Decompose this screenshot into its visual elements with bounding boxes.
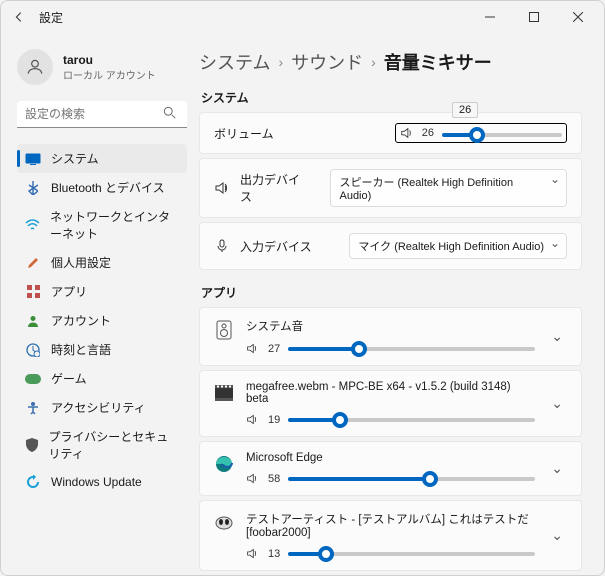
sidebar-item-label: 個人用設定	[51, 254, 111, 271]
breadcrumb-sound[interactable]: サウンド	[291, 49, 363, 75]
window-title: 設定	[39, 9, 63, 26]
back-button[interactable]	[5, 3, 33, 31]
app-title: megafree.webm - MPC-BE x64 - v1.5.2 (bui…	[246, 381, 535, 405]
speaker-icon[interactable]	[246, 472, 260, 485]
breadcrumb: システム › サウンド › 音量ミキサー	[199, 49, 582, 75]
sidebar-item-label: ゲーム	[51, 370, 87, 387]
volume-slider[interactable]	[442, 133, 562, 137]
avatar-icon	[17, 49, 53, 85]
app-volume-value: 13	[268, 548, 280, 560]
input-device-label: 入力デバイス	[240, 238, 312, 255]
output-device-combo[interactable]: スピーカー (Realtek High Definition Audio)	[330, 169, 567, 207]
breadcrumb-current: 音量ミキサー	[384, 49, 492, 75]
sidebar-item-label: アプリ	[51, 283, 87, 300]
app-volume-slider[interactable]	[288, 418, 535, 422]
sidebar-item-brush[interactable]: 個人用設定	[17, 248, 187, 277]
maximize-button[interactable]	[512, 3, 556, 31]
sidebar-item-label: プライバシーとセキュリティ	[48, 428, 179, 462]
app-volume-value: 58	[268, 473, 280, 485]
input-device-card: 入力デバイス マイク (Realtek High Definition Audi…	[199, 222, 582, 270]
expand-button[interactable]: ⌄	[547, 527, 567, 544]
privacy-icon	[25, 437, 38, 453]
speaker-icon	[214, 180, 230, 196]
app-icon	[214, 513, 234, 533]
sidebar-item-display[interactable]: システム	[17, 144, 187, 173]
breadcrumb-system[interactable]: システム	[199, 49, 270, 75]
app-icon	[214, 383, 234, 403]
user-sub: ローカル アカウント	[63, 67, 156, 82]
sidebar-item-label: Bluetooth とデバイス	[51, 179, 165, 196]
volume-value: 26	[422, 127, 434, 139]
app-volume-slider[interactable]	[288, 347, 535, 351]
expand-button[interactable]: ⌄	[547, 328, 567, 345]
sidebar-item-label: Windows Update	[51, 475, 142, 489]
time-icon	[25, 342, 41, 358]
chevron-right-icon: ›	[278, 54, 283, 70]
account-icon	[25, 313, 41, 329]
section-apps-label: アプリ	[201, 284, 582, 301]
sidebar-item-access[interactable]: アクセシビリティ	[17, 393, 187, 422]
expand-button[interactable]: ⌄	[547, 395, 567, 412]
sidebar-item-update[interactable]: Windows Update	[17, 468, 187, 496]
bluetooth-icon	[25, 180, 41, 196]
search-box[interactable]	[17, 101, 187, 128]
speaker-icon[interactable]	[246, 413, 260, 426]
microphone-icon	[214, 238, 230, 254]
app-volume-value: 27	[268, 343, 280, 355]
output-device-card: 出力デバイス スピーカー (Realtek High Definition Au…	[199, 158, 582, 218]
speaker-icon[interactable]	[400, 126, 414, 140]
app-card: Microsoft Edge 58 ⌄	[199, 441, 582, 496]
sidebar-item-account[interactable]: アカウント	[17, 306, 187, 335]
chevron-right-icon: ›	[371, 54, 376, 70]
app-volume-value: 19	[268, 414, 280, 426]
sidebar-item-label: アクセシビリティ	[51, 399, 146, 416]
wifi-icon	[25, 217, 40, 233]
app-volume-slider[interactable]	[288, 552, 535, 556]
sidebar-item-bluetooth[interactable]: Bluetooth とデバイス	[17, 173, 187, 202]
apps-icon	[25, 284, 41, 300]
app-volume-slider[interactable]	[288, 477, 535, 481]
sidebar-item-time[interactable]: 時刻と言語	[17, 335, 187, 364]
app-card: テストアーティスト - [テストアルバム] これはテストだ [foobar200…	[199, 500, 582, 571]
close-button[interactable]	[556, 3, 600, 31]
sidebar-item-game[interactable]: ゲーム	[17, 364, 187, 393]
volume-card: ボリューム 26 26	[199, 112, 582, 154]
sidebar-item-label: アカウント	[51, 312, 111, 329]
app-title: テストアーティスト - [テストアルバム] これはテストだ [foobar200…	[246, 511, 535, 539]
sidebar-item-privacy[interactable]: プライバシーとセキュリティ	[17, 422, 187, 468]
sidebar-item-wifi[interactable]: ネットワークとインターネット	[17, 202, 187, 248]
search-input[interactable]	[17, 101, 187, 128]
sidebar-item-apps[interactable]: アプリ	[17, 277, 187, 306]
speaker-icon[interactable]	[246, 342, 260, 355]
search-icon	[163, 106, 177, 120]
display-icon	[25, 151, 41, 167]
minimize-button[interactable]	[468, 3, 512, 31]
update-icon	[25, 474, 41, 490]
app-title: Microsoft Edge	[246, 452, 535, 464]
speaker-icon[interactable]	[246, 547, 260, 560]
sidebar-item-label: 時刻と言語	[51, 341, 111, 358]
app-title: システム音	[246, 318, 535, 334]
app-icon	[214, 320, 234, 340]
section-system-label: システム	[201, 89, 582, 106]
user-name: tarou	[63, 53, 156, 67]
app-card: megafree.webm - MPC-BE x64 - v1.5.2 (bui…	[199, 370, 582, 437]
game-icon	[25, 371, 41, 387]
volume-label: ボリューム	[214, 125, 274, 142]
expand-button[interactable]: ⌄	[547, 460, 567, 477]
brush-icon	[25, 255, 41, 271]
sidebar-item-label: システム	[51, 150, 99, 167]
user-account[interactable]: tarou ローカル アカウント	[17, 49, 187, 85]
input-device-combo[interactable]: マイク (Realtek High Definition Audio)	[349, 233, 567, 259]
volume-tooltip: 26	[452, 102, 478, 118]
output-device-label: 出力デバイス	[240, 171, 310, 205]
app-icon	[214, 454, 234, 474]
sidebar-item-label: ネットワークとインターネット	[50, 208, 179, 242]
access-icon	[25, 400, 41, 416]
app-card: システム音 27 ⌄	[199, 307, 582, 366]
